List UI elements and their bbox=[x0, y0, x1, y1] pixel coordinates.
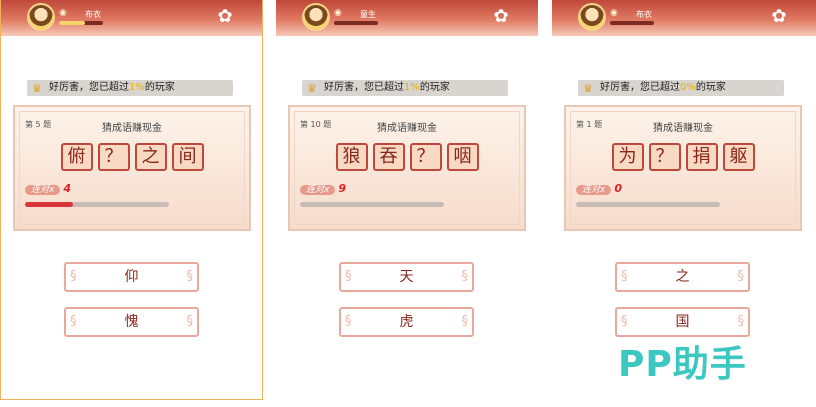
watermark-logo: PP助手 bbox=[618, 344, 747, 385]
idiom-tile: ？ bbox=[648, 143, 681, 171]
idiom-tile: 间 bbox=[171, 143, 204, 171]
streak-progress-fill bbox=[25, 202, 73, 207]
idiom-tile: 之 bbox=[134, 143, 167, 171]
trophy-icon: ♛ bbox=[307, 82, 317, 95]
answer-label: 仰 bbox=[124, 269, 139, 285]
scroll-ornament-icon: § bbox=[186, 269, 194, 284]
scroll-ornament-icon: § bbox=[737, 314, 745, 329]
answer-button[interactable]: § 仰 § bbox=[64, 262, 199, 292]
avatar-icon[interactable] bbox=[578, 3, 606, 31]
trophy-icon: ♛ bbox=[583, 82, 593, 95]
streak-progress-bar bbox=[576, 202, 720, 207]
scroll-ornament-icon: § bbox=[345, 269, 352, 284]
banner-suffix: 的玩家 bbox=[419, 82, 450, 93]
question-card: 第 1 题 猜成语赚现金 为 ？ 捐 躯 连对x 0 bbox=[564, 105, 802, 231]
banner-suffix: 的玩家 bbox=[695, 82, 726, 93]
streak-counter: 连对x 4 bbox=[25, 182, 71, 195]
idiom-tile: 咽 bbox=[446, 143, 479, 171]
banner-percent: 0% bbox=[680, 82, 696, 93]
idiom-tile: 为 bbox=[611, 143, 644, 171]
answer-label: 之 bbox=[675, 269, 690, 285]
answer-button[interactable]: § 国 § bbox=[615, 307, 750, 337]
game-screen-2: ◉ 童生 ✿ ♛ 好厉害，您已超过1%的玩家 第 10 题 猜成语赚现金 狼 吞… bbox=[276, 0, 538, 400]
gear-icon[interactable]: ✿ bbox=[216, 8, 234, 26]
trophy-icon: ♛ bbox=[32, 82, 42, 95]
rank-banner: ♛ 好厉害，您已超过0%的玩家 bbox=[578, 80, 784, 96]
game-screen-1: ◉ 布衣 ✿ ♛ 好厉害，您已超过1%的玩家 第 5 题 猜成语赚现金 俯 ？ … bbox=[0, 0, 263, 400]
streak-label: 连对x bbox=[300, 185, 336, 195]
idiom-tiles: 俯 ？ 之 间 bbox=[15, 143, 249, 171]
question-card: 第 10 题 猜成语赚现金 狼 吞 ？ 咽 连对x 9 bbox=[288, 105, 526, 231]
idiom-tile: 吞 bbox=[372, 143, 405, 171]
banner-prefix: 好厉害，您已超过 bbox=[49, 82, 129, 93]
idiom-tile: 捐 bbox=[685, 143, 718, 171]
player-rank-name: 布衣 bbox=[85, 10, 101, 19]
idiom-tiles: 为 ？ 捐 躯 bbox=[566, 143, 800, 171]
banner-prefix: 好厉害，您已超过 bbox=[324, 82, 404, 93]
banner-percent: 1% bbox=[129, 82, 145, 93]
player-rank-name: 童生 bbox=[360, 10, 376, 19]
avatar-icon[interactable] bbox=[27, 3, 55, 31]
answer-button[interactable]: § 天 § bbox=[339, 262, 474, 292]
card-title: 猜成语赚现金 bbox=[102, 123, 162, 134]
idiom-tile: 躯 bbox=[722, 143, 755, 171]
scroll-ornament-icon: § bbox=[621, 269, 628, 284]
answer-label: 愧 bbox=[124, 314, 139, 330]
streak-value: 0 bbox=[614, 182, 622, 195]
experience-bar bbox=[334, 21, 378, 25]
scroll-ornament-icon: § bbox=[345, 314, 352, 329]
streak-label: 连对x bbox=[576, 185, 612, 195]
avatar-icon[interactable] bbox=[302, 3, 330, 31]
streak-label: 连对x bbox=[25, 185, 61, 195]
eye-icon: ◉ bbox=[59, 8, 67, 18]
experience-fill bbox=[59, 21, 86, 25]
scroll-ornament-icon: § bbox=[461, 314, 469, 329]
idiom-tiles: 狼 吞 ？ 咽 bbox=[290, 143, 524, 171]
gear-icon[interactable]: ✿ bbox=[770, 8, 788, 26]
top-bar: ◉ 布衣 ✿ bbox=[552, 0, 816, 36]
streak-counter: 连对x 0 bbox=[576, 182, 622, 195]
banner-percent: 1% bbox=[404, 82, 420, 93]
experience-bar bbox=[610, 21, 654, 25]
idiom-tile: ？ bbox=[409, 143, 442, 171]
top-bar: ◉ 布衣 ✿ bbox=[1, 0, 262, 36]
idiom-tile: 狼 bbox=[335, 143, 368, 171]
rank-banner: ♛ 好厉害，您已超过1%的玩家 bbox=[27, 80, 233, 96]
streak-counter: 连对x 9 bbox=[300, 182, 346, 195]
scroll-ornament-icon: § bbox=[621, 314, 628, 329]
answer-label: 天 bbox=[399, 269, 414, 285]
scroll-ornament-icon: § bbox=[70, 269, 77, 284]
rank-banner: ♛ 好厉害，您已超过1%的玩家 bbox=[302, 80, 508, 96]
experience-bar bbox=[59, 21, 103, 25]
scroll-ornament-icon: § bbox=[461, 269, 469, 284]
card-title: 猜成语赚现金 bbox=[653, 123, 713, 134]
answer-label: 虎 bbox=[399, 314, 414, 330]
eye-icon: ◉ bbox=[334, 8, 342, 18]
idiom-tile: ？ bbox=[97, 143, 130, 171]
scroll-ornament-icon: § bbox=[186, 314, 194, 329]
answer-button[interactable]: § 愧 § bbox=[64, 307, 199, 337]
question-card: 第 5 题 猜成语赚现金 俯 ？ 之 间 连对x 4 bbox=[13, 105, 251, 231]
streak-value: 9 bbox=[338, 182, 346, 195]
answer-button[interactable]: § 之 § bbox=[615, 262, 750, 292]
streak-progress-bar bbox=[25, 202, 169, 207]
eye-icon: ◉ bbox=[610, 8, 618, 18]
card-title: 猜成语赚现金 bbox=[377, 123, 437, 134]
scroll-ornament-icon: § bbox=[737, 269, 745, 284]
scroll-ornament-icon: § bbox=[70, 314, 77, 329]
gear-icon[interactable]: ✿ bbox=[492, 8, 510, 26]
answer-label: 国 bbox=[675, 314, 690, 330]
banner-prefix: 好厉害，您已超过 bbox=[600, 82, 680, 93]
answer-button[interactable]: § 虎 § bbox=[339, 307, 474, 337]
top-bar: ◉ 童生 ✿ bbox=[276, 0, 538, 36]
streak-progress-bar bbox=[300, 202, 444, 207]
streak-value: 4 bbox=[63, 182, 71, 195]
banner-suffix: 的玩家 bbox=[144, 82, 175, 93]
idiom-tile: 俯 bbox=[60, 143, 93, 171]
player-rank-name: 布衣 bbox=[636, 10, 652, 19]
